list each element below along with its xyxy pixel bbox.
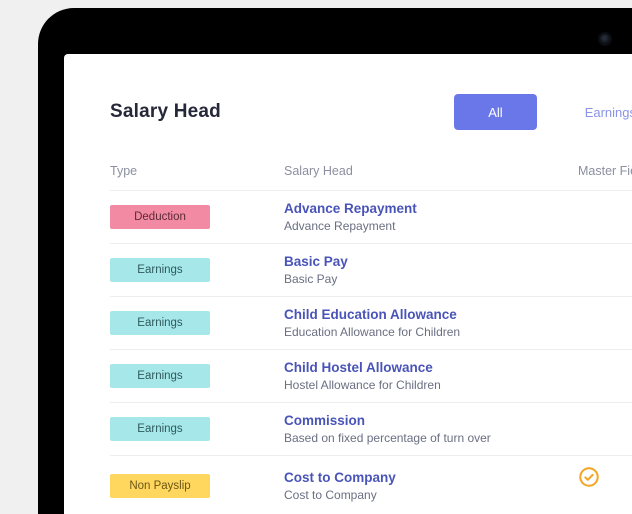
filter-tabs: All Earnings [454,94,632,130]
type-badge-earnings: Earnings [110,417,210,441]
cell-master-field [578,466,632,506]
salary-head-sub: Based on fixed percentage of turn over [284,431,578,445]
salary-head-sub: Cost to Company [284,488,578,502]
table-row[interactable]: Earnings Child Hostel Allowance Hostel All… [110,349,632,402]
cell-salary-head: Child Hostel Allowance Hostel Allowance f… [284,360,578,392]
salary-head-name[interactable]: Child Education Allowance [284,307,578,322]
cell-type: Earnings [110,364,284,388]
cell-salary-head: Commission Based on fixed percentage of t… [284,413,578,445]
table-row[interactable]: Earnings Child Education Allowance Educati… [110,296,632,349]
cell-type: Earnings [110,258,284,282]
tab-all[interactable]: All [454,94,536,130]
check-circle-icon [578,466,632,488]
type-badge-deduction: Deduction [110,205,210,229]
salary-head-table: Type Salary Head Master Field Deduction A… [110,164,632,514]
cell-type: Non Payslip [110,474,284,498]
cell-salary-head: Child Education Allowance Education Allow… [284,307,578,339]
type-badge-earnings: Earnings [110,258,210,282]
table-header: Type Salary Head Master Field [110,164,632,190]
salary-head-sub: Basic Pay [284,272,578,286]
type-badge-nonpayslip: Non Payslip [110,474,210,498]
cell-type: Earnings [110,417,284,441]
page-title: Salary Head [110,101,221,123]
cell-type: Deduction [110,205,284,229]
app-content: Salary Head All Earnings Type Salary Hea… [64,54,632,514]
table-row[interactable]: Earnings Commission Based on fixed percent… [110,402,632,455]
table-row[interactable]: Non PayslipCost to CompanyCost to Compan… [110,455,632,514]
col-header-master: Master Field [578,164,632,178]
salary-head-sub: Hostel Allowance for Children [284,378,578,392]
cell-salary-head: Advance Repayment Advance Repayment [284,201,578,233]
salary-head-name[interactable]: Advance Repayment [284,201,578,216]
table-body: DeductionAdvance RepaymentAdvance Repaym… [110,190,632,514]
salary-head-name[interactable]: Basic Pay [284,254,578,269]
table-row[interactable]: Earnings Basic Pay Basic Pay [110,243,632,296]
salary-head-name[interactable]: Commission [284,413,578,428]
cell-salary-head: Basic Pay Basic Pay [284,254,578,286]
salary-head-sub: Advance Repayment [284,219,578,233]
cell-type: Earnings [110,311,284,335]
cell-salary-head: Cost to Company Cost to Company [284,470,578,502]
salary-head-sub: Education Allowance for Children [284,325,578,339]
tab-earnings[interactable]: Earnings [551,94,632,130]
col-header-type: Type [110,164,284,178]
salary-head-name[interactable]: Child Hostel Allowance [284,360,578,375]
page-header: Salary Head All Earnings [110,94,632,130]
screen: Salary Head All Earnings Type Salary Hea… [64,54,632,514]
type-badge-earnings: Earnings [110,311,210,335]
table-row[interactable]: DeductionAdvance RepaymentAdvance Repaym… [110,190,632,243]
col-header-salary-head: Salary Head [284,164,578,178]
salary-head-name[interactable]: Cost to Company [284,470,578,485]
device-frame: Salary Head All Earnings Type Salary Hea… [38,8,632,514]
type-badge-earnings: Earnings [110,364,210,388]
